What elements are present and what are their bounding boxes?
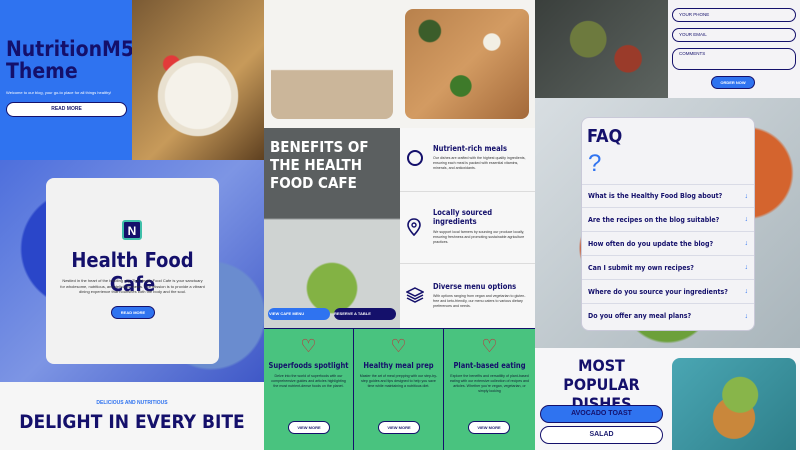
- feature-text: With options ranging from vegan and vege…: [433, 294, 526, 308]
- chevron-down-icon: ↓: [744, 240, 749, 247]
- fruit-bowl-photo: [132, 0, 264, 160]
- heart-icon: ♡: [481, 336, 498, 356]
- faq-panel: FAQ ? What is the Healthy Food Blog abou…: [581, 117, 755, 331]
- tagline-title: DELIGHT IN EVERY BITE: [19, 411, 245, 433]
- card: ♡ Superfoods spotlight Delve into the wo…: [264, 329, 354, 450]
- card-title: Healthy meal prep: [363, 361, 434, 370]
- cafe-description: Nestled in the heart of the bustling cit…: [60, 278, 205, 294]
- cafe-card: N Health Food Cafe Nestled in the heart …: [46, 178, 219, 364]
- order-form: YOUR PHONE YOUR EMAIL COMMENTS ORDER NOW: [668, 0, 800, 98]
- chevron-down-icon: ↓: [744, 288, 749, 295]
- kitchen-tile: [264, 0, 400, 128]
- faq-item[interactable]: What is the Healthy Food Blog about? ↓: [582, 184, 754, 208]
- view-more-button[interactable]: VIEW MORE: [378, 421, 420, 434]
- kitchen-photo: [271, 9, 393, 119]
- heart-icon: ♡: [390, 336, 407, 356]
- feature-item: Locally sourced ingredients We support l…: [400, 192, 535, 264]
- faq-item[interactable]: Can I submit my own recipes? ↓: [582, 256, 754, 280]
- card-title: Plant-based eating: [453, 361, 526, 370]
- theme-read-more-button[interactable]: READ MORE: [6, 102, 127, 117]
- feature-text: We support local farmers by sourcing our…: [433, 230, 525, 244]
- cards-section: ♡ Superfoods spotlight Delve into the wo…: [264, 328, 535, 450]
- features-list: Nutrient-rich meals Our dishes are craft…: [400, 128, 535, 328]
- popular-section: MOST POPULAR DISHES AVOCADO TOAST SALAD: [535, 348, 668, 450]
- card-text: Explore the benefits and versatility of …: [449, 374, 530, 393]
- reserve-table-button[interactable]: RESERVE A TABLE: [334, 308, 396, 320]
- feature-title: Nutrient-rich meals: [433, 144, 508, 153]
- faq-list: What is the Healthy Food Blog about? ↓ Ar…: [582, 184, 754, 328]
- faq-item[interactable]: How often do you update the blog? ↓: [582, 232, 754, 256]
- dish-button-avocado-toast[interactable]: AVOCADO TOAST: [540, 405, 663, 423]
- faq-title: FAQ: [587, 126, 623, 147]
- faq-item[interactable]: Are the recipes on the blog suitable? ↓: [582, 208, 754, 232]
- card-title: Superfoods spotlight: [268, 361, 349, 370]
- faq-item[interactable]: Where do you source your ingredients? ↓: [582, 280, 754, 304]
- cafe-logo-icon: N: [122, 220, 142, 240]
- card-text: Master the art of meal prepping with our…: [359, 374, 438, 388]
- feature-item: Nutrient-rich meals Our dishes are craft…: [400, 128, 535, 192]
- feature-title: Diverse menu options: [433, 282, 517, 291]
- view-more-button[interactable]: VIEW MORE: [288, 421, 330, 434]
- theme-subtitle: Welcome to our blog, your go-to place fo…: [6, 90, 112, 95]
- olives-photo: [535, 0, 668, 98]
- layers-icon: [406, 287, 424, 303]
- view-more-button[interactable]: VIEW MORE: [468, 421, 510, 434]
- benefits-title: BENEFITS OF THE HEALTH FOOD CAFE: [270, 138, 369, 192]
- comments-field[interactable]: COMMENTS: [672, 48, 796, 70]
- board-tile: [400, 0, 535, 128]
- feature-item: Diverse menu options With options rangin…: [400, 264, 535, 328]
- order-now-button[interactable]: ORDER NOW: [711, 76, 755, 89]
- benefits-hero: BENEFITS OF THE HEALTH FOOD CAFE VIEW CA…: [264, 128, 400, 328]
- chevron-down-icon: ↓: [744, 264, 749, 271]
- heart-icon: ♡: [300, 336, 317, 356]
- chevron-down-icon: ↓: [744, 312, 749, 320]
- theme-title: NutritionM5 Theme: [6, 37, 132, 83]
- cutting-board-photo: [405, 9, 529, 119]
- dish-button-salad[interactable]: SALAD: [540, 426, 663, 444]
- feature-text: Our dishes are crafted with the highest …: [433, 156, 526, 170]
- card: ♡ Plant-based eating Explore the benefit…: [444, 329, 535, 450]
- view-cafe-menu-button[interactable]: VIEW CAFE MENU: [268, 308, 330, 320]
- tagline-eyebrow: DELICIOUS AND NUTRITIOUS: [96, 400, 168, 406]
- email-field[interactable]: YOUR EMAIL: [672, 28, 796, 42]
- theme-panel: NutritionM5 Theme Welcome to our blog, y…: [0, 0, 132, 160]
- card: ♡ Healthy meal prep Master the art of me…: [354, 329, 444, 450]
- toast-tile: [668, 348, 800, 450]
- tagline-section: DELICIOUS AND NUTRITIOUS DELIGHT IN EVER…: [0, 382, 264, 450]
- globe-icon: [407, 150, 423, 166]
- chevron-down-icon: ↓: [744, 192, 749, 200]
- question-mark-icon: ?: [588, 150, 602, 177]
- chevron-down-icon: ↓: [744, 216, 749, 223]
- card-text: Delve into the world of superfoods with …: [271, 374, 346, 388]
- phone-field[interactable]: YOUR PHONE: [672, 8, 796, 22]
- avocado-toast-photo: [672, 358, 796, 450]
- cafe-read-more-button[interactable]: READ MORE: [111, 306, 155, 319]
- feature-title: Locally sourced ingredients: [433, 208, 493, 226]
- location-pin-icon: [407, 218, 421, 236]
- faq-item[interactable]: Do you offer any meal plans? ↓: [582, 304, 754, 328]
